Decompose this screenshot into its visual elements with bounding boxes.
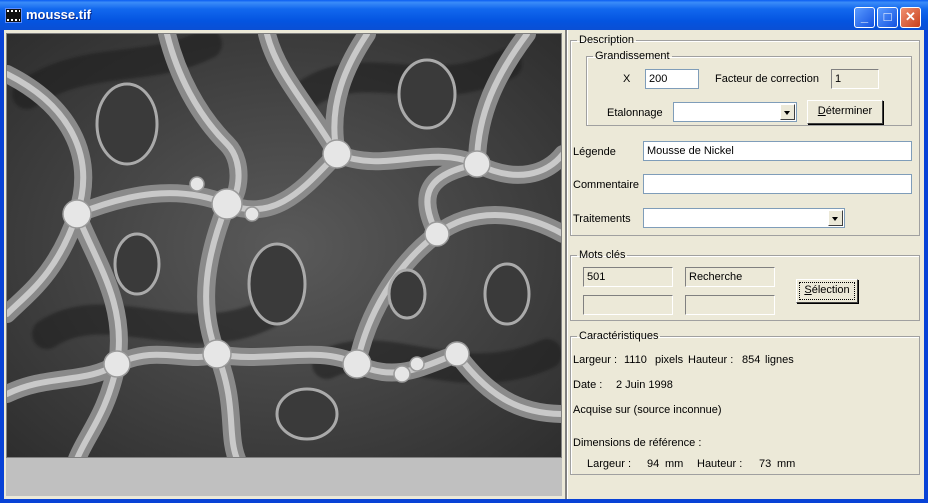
mots-cles-legend: Mots clés — [579, 249, 626, 261]
etalonnage-select[interactable] — [673, 102, 797, 122]
app-window: mousse.tif _ □ ✕ Description Grandisseme… — [0, 0, 928, 503]
ref-largeur-unit: mm — [665, 458, 684, 470]
largeur-unit: pixels — [655, 354, 684, 366]
chevron-down-icon[interactable] — [780, 104, 795, 120]
keyword-field-2[interactable]: Recherche — [685, 267, 775, 287]
correction-factor-field: 1 — [831, 69, 879, 89]
date-value: 2 Juin 1998 — [616, 379, 673, 391]
hauteur-value: 854 — [742, 354, 761, 366]
caracteristiques-group: Caractéristiques — [570, 330, 920, 475]
caracteristiques-legend: Caractéristiques — [579, 330, 659, 342]
determiner-accel: D — [817, 105, 826, 117]
traitements-label: Traitements — [573, 213, 631, 225]
etalonnage-label: Etalonnage — [607, 107, 663, 119]
selection-label: élection — [811, 284, 850, 296]
maximize-button[interactable]: □ — [877, 7, 898, 28]
largeur-label: Largeur : — [573, 354, 618, 366]
selection-button[interactable]: Sélection — [796, 279, 858, 303]
legende-label: Légende — [573, 146, 616, 158]
selection-accel: S — [804, 284, 812, 296]
ref-hauteur-unit: mm — [777, 458, 796, 470]
image-pane-footer — [6, 458, 562, 496]
ref-hauteur-value: 73 — [759, 458, 772, 470]
determiner-label: éterminer — [825, 105, 873, 117]
magnification-input[interactable]: 200 — [645, 69, 699, 89]
description-legend: Description — [579, 34, 635, 46]
hauteur-unit: lignes — [765, 354, 794, 366]
hauteur-label: Hauteur : — [688, 354, 734, 366]
facteur-label: Facteur de correction — [715, 73, 819, 85]
close-button[interactable]: ✕ — [900, 7, 921, 28]
properties-panel: Description Grandissement X 200 Facteur … — [568, 30, 924, 499]
commentaire-label: Commentaire — [573, 179, 640, 191]
x-label: X — [623, 73, 631, 85]
date-label: Date : — [573, 379, 603, 391]
minimize-button[interactable]: _ — [854, 7, 875, 28]
traitements-select[interactable] — [643, 208, 845, 228]
grandissement-legend: Grandissement — [595, 50, 670, 62]
ref-hauteur-label: Hauteur : — [697, 458, 743, 470]
nickel-foam-micrograph — [7, 34, 561, 457]
ref-largeur-value: 94 — [647, 458, 660, 470]
legende-input[interactable]: Mousse de Nickel — [643, 141, 912, 161]
film-icon[interactable] — [5, 8, 22, 23]
chevron-down-icon[interactable] — [828, 210, 843, 226]
title-bar[interactable]: mousse.tif _ □ ✕ — [0, 0, 928, 30]
keyword-field-1[interactable]: 501 — [583, 267, 673, 287]
keyword-field-3[interactable] — [583, 295, 673, 315]
window-client: Description Grandissement X 200 Facteur … — [4, 30, 924, 499]
keyword-field-4[interactable] — [685, 295, 775, 315]
commentaire-input[interactable] — [643, 174, 912, 194]
window-title: mousse.tif — [26, 7, 92, 22]
dimensions-label: Dimensions de référence : — [573, 437, 702, 449]
largeur-value: 1110 — [624, 354, 647, 366]
ref-largeur-label: Largeur : — [587, 458, 632, 470]
sem-image[interactable] — [6, 33, 562, 458]
determiner-button[interactable]: Déterminer — [807, 100, 883, 124]
acquise-text: Acquise sur (source inconnue) — [573, 404, 722, 416]
